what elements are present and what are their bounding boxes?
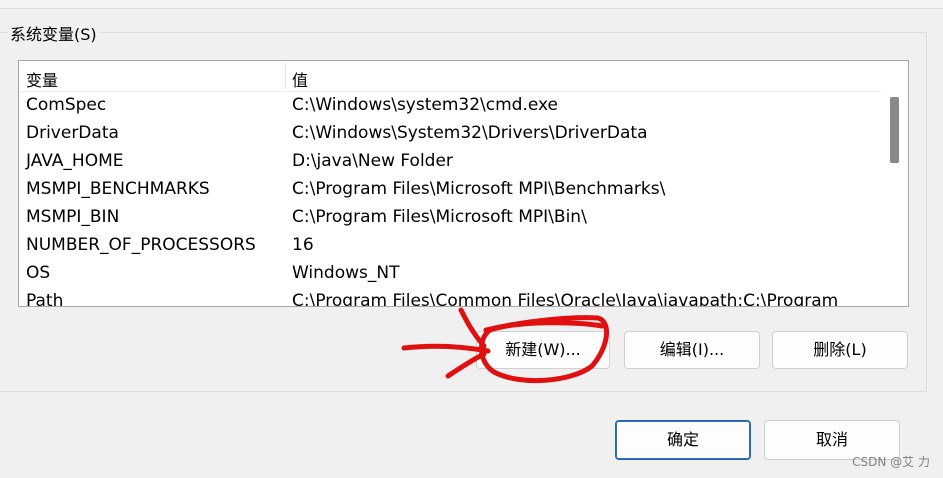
ok-button[interactable]: 确定 — [615, 420, 751, 460]
variable-value: D:\java\New Folder — [292, 151, 453, 171]
variable-name: JAVA_HOME — [26, 151, 124, 171]
variable-value: C:\Program Files\Common Files\Oracle\Jav… — [292, 291, 839, 307]
top-panel-edge — [0, 0, 943, 9]
variable-value: C:\Windows\System32\Drivers\DriverData — [292, 123, 648, 143]
table-row[interactable]: NUMBER_OF_PROCESSORS 16 — [19, 232, 881, 260]
table-row[interactable]: MSMPI_BIN C:\Program Files\Microsoft MPI\… — [19, 204, 881, 232]
column-separator[interactable] — [285, 63, 286, 89]
delete-button[interactable]: 删除(L) — [772, 331, 908, 369]
list-rows: ComSpec C:\Windows\system32\cmd.exe Drive… — [19, 92, 881, 307]
vertical-scrollbar[interactable] — [881, 61, 908, 306]
table-row[interactable]: JAVA_HOME D:\java\New Folder — [19, 148, 881, 176]
variable-value: 16 — [292, 235, 314, 255]
column-header-variable[interactable]: 变量 — [26, 67, 58, 91]
table-row[interactable]: MSMPI_BENCHMARKS C:\Program Files\Microso… — [19, 176, 881, 204]
variable-name: ComSpec — [26, 95, 107, 115]
variable-name: NUMBER_OF_PROCESSORS — [26, 235, 256, 255]
column-header-value[interactable]: 值 — [292, 67, 308, 91]
variable-name: OS — [26, 263, 51, 283]
variable-name: MSMPI_BENCHMARKS — [26, 179, 210, 199]
watermark: CSDN @艾 力 — [852, 455, 930, 469]
table-row[interactable]: DriverData C:\Windows\System32\Drivers\Dr… — [19, 120, 881, 148]
table-row[interactable]: Path C:\Program Files\Common Files\Oracle… — [19, 288, 881, 307]
group-title: 系统变量(S) — [8, 21, 99, 45]
variable-value: Windows_NT — [292, 263, 400, 283]
variable-name: DriverData — [26, 123, 119, 143]
variable-value: C:\Program Files\Microsoft MPI\Benchmark… — [292, 179, 666, 199]
variable-value: C:\Windows\system32\cmd.exe — [292, 95, 559, 115]
edit-button[interactable]: 编辑(I)... — [624, 331, 760, 369]
table-row[interactable]: OS Windows_NT — [19, 260, 881, 288]
variable-name: Path — [26, 291, 64, 307]
variable-value: C:\Program Files\Microsoft MPI\Bin\ — [292, 207, 587, 227]
scrollbar-thumb[interactable] — [890, 97, 899, 163]
system-variables-list[interactable]: 变量 值 ComSpec C:\Windows\system32\cmd.exe … — [18, 60, 909, 307]
list-header: 变量 值 — [19, 61, 881, 92]
table-row[interactable]: ComSpec C:\Windows\system32\cmd.exe — [19, 92, 881, 120]
variable-name: MSMPI_BIN — [26, 207, 120, 227]
new-button[interactable]: 新建(W)... — [476, 331, 610, 369]
